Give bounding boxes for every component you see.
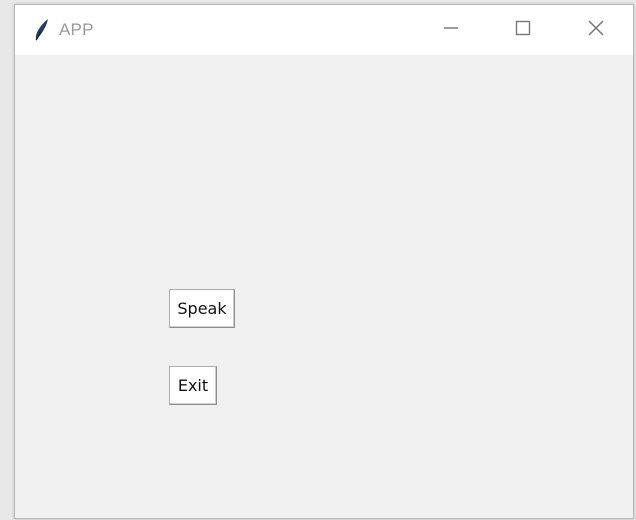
exit-button[interactable]: Exit [169,366,217,405]
close-button[interactable] [574,13,618,47]
app-window: APP Speak Exit [14,4,634,519]
title-bar[interactable]: APP [15,5,633,55]
maximize-icon [514,19,532,42]
feather-icon [33,18,51,42]
speak-button[interactable]: Speak [169,289,235,328]
window-content: Speak Exit [15,55,633,518]
close-icon [587,19,605,42]
minimize-button[interactable] [429,13,473,47]
minimize-icon [442,19,460,42]
window-title: APP [59,20,94,39]
maximize-button[interactable] [501,13,545,47]
